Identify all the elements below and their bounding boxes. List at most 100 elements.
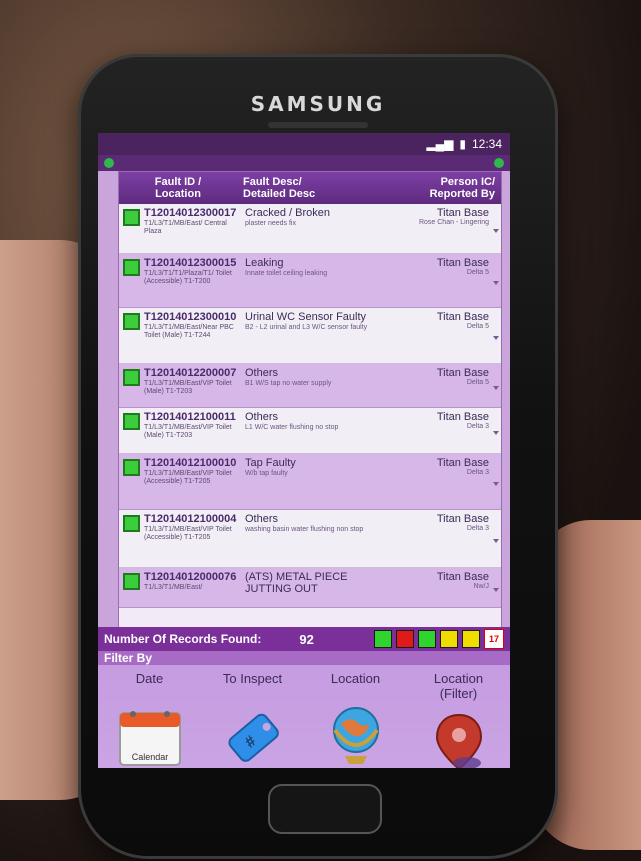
fault-id-text: T12014012100011 T1/L3/T1/MB/East/VIP Toil… (144, 411, 237, 440)
fault-detail: washing basin water flushing non stop (245, 526, 364, 533)
fault-desc: Others (245, 513, 279, 525)
fault-id-text: T12014012100010 T1/L3/T1/MB/East/VIP Toil… (144, 457, 237, 486)
expand-caret-icon[interactable] (493, 385, 499, 390)
filter-location-label: Location (330, 671, 381, 686)
status-checkbox-icon[interactable] (123, 369, 140, 386)
header-person[interactable]: Person IC/ Reported By (383, 172, 501, 204)
legend-yellow-icon[interactable] (440, 630, 458, 648)
home-button[interactable] (268, 784, 382, 834)
filter-date[interactable]: Date Calendar (100, 671, 200, 768)
status-checkbox-icon[interactable] (123, 313, 140, 330)
person-cell: Titan Base Delta 5 (387, 308, 501, 363)
fault-id-text: T12014012300015 T1/L3/T1/T1/Plaza/T1/ Toi… (144, 257, 237, 286)
status-time: 12:34 (471, 137, 502, 151)
expand-caret-icon[interactable] (493, 538, 499, 543)
battery-icon: ▮ (459, 137, 466, 151)
phone-screen: ▂▄▆ ▮ 12:34 Fault ID / Location Fault De… (98, 133, 510, 768)
expand-caret-icon[interactable] (493, 481, 499, 486)
filter-location[interactable]: Location (306, 671, 406, 768)
records-count: 92 (299, 631, 314, 647)
fault-id-cell: T12014012300015 T1/L3/T1/T1/Plaza/T1/ Toi… (119, 254, 241, 307)
person-cell: Titan Base Rose Chan - Lingering (387, 204, 501, 253)
legend-green-icon[interactable] (374, 630, 392, 648)
person-cell: Titan Base Delta 3 (387, 408, 501, 453)
status-checkbox-icon[interactable] (123, 459, 140, 476)
fault-id-cell: T12014012100011 T1/L3/T1/MB/East/VIP Toil… (119, 408, 241, 453)
fault-location: T1/L3/T1/MB/East/ (144, 584, 203, 591)
table-row[interactable]: T12014012300015 T1/L3/T1/T1/Plaza/T1/ Toi… (119, 254, 501, 308)
fault-id: T12014012300017 (144, 207, 237, 219)
fault-id-cell: T12014012100004 T1/L3/T1/MB/East/VIP Toil… (119, 510, 241, 567)
expand-caret-icon[interactable] (493, 587, 499, 592)
photo-scene: SAMSUNG ▂▄▆ ▮ 12:34 Fault ID / Location … (0, 0, 641, 861)
fault-detail: plaster needs fix (245, 220, 296, 227)
expand-caret-icon[interactable] (493, 430, 499, 435)
fault-id: T12014012300015 (144, 257, 237, 269)
calendar-mini-icon[interactable]: 17 (484, 629, 504, 649)
status-legend: 17 (374, 629, 504, 649)
table-row[interactable]: T12014012100011 T1/L3/T1/MB/East/VIP Toil… (119, 408, 501, 454)
fault-id: T12014012100004 (144, 513, 237, 525)
status-checkbox-icon[interactable] (123, 573, 140, 590)
reported-by: Delta 5 (466, 269, 489, 276)
records-bar: Number Of Records Found: 92 17 (98, 627, 510, 651)
filter-title: Filter By (98, 651, 510, 665)
status-checkbox-icon[interactable] (123, 413, 140, 430)
filter-location-filter-label: Location (Filter) (434, 671, 483, 701)
table-row[interactable]: T12014012300010 T1/L3/T1/MB/East/Near PBC… (119, 308, 501, 364)
status-bar: ▂▄▆ ▮ 12:34 (98, 133, 510, 155)
status-checkbox-icon[interactable] (123, 209, 140, 226)
fault-id-text: T12014012100004 T1/L3/T1/MB/East/VIP Toil… (144, 513, 237, 542)
expand-caret-icon[interactable] (493, 280, 499, 285)
header-fault-desc[interactable]: Fault Desc/ Detailed Desc (237, 172, 383, 204)
filter-location-filter-line2: (Filter) (439, 686, 478, 701)
expand-caret-icon[interactable] (493, 228, 499, 233)
fault-id-cell: T12014012200007 T1/L3/T1/MB/East/VIP Toil… (119, 364, 241, 407)
person-ic: Titan Base (436, 257, 489, 269)
reported-by: Delta 3 (466, 525, 489, 532)
table-header: Fault ID / Location Fault Desc/ Detailed… (119, 172, 501, 204)
person-cell: Titan Base Nw/J (387, 568, 501, 607)
table-row[interactable]: T12014012200007 T1/L3/T1/MB/East/VIP Toil… (119, 364, 501, 408)
legend-yellow2-icon[interactable] (462, 630, 480, 648)
person-cell: Titan Base Delta 3 (387, 510, 501, 567)
expand-caret-icon[interactable] (493, 335, 499, 340)
filter-location-filter-line1: Location (433, 671, 484, 686)
table-row[interactable]: T12014012300017 T1/L3/T1/MB/East/ Central… (119, 204, 501, 254)
legend-green2-icon[interactable] (418, 630, 436, 648)
legend-red-icon[interactable] (396, 630, 414, 648)
fault-desc: Cracked / Broken (245, 207, 330, 219)
fault-location: T1/L3/T1/MB/East/VIP Toilet (Male) T1-T2… (144, 380, 232, 395)
header-fault-id[interactable]: Fault ID / Location (119, 172, 237, 204)
fault-desc-cell: Cracked / Broken plaster needs fix (241, 204, 387, 253)
fault-detail: W/b tap faulty (245, 470, 288, 477)
person-ic: Titan Base (436, 367, 489, 379)
person-ic: Titan Base (436, 457, 489, 469)
reported-by: Nw/J (473, 583, 489, 590)
fault-desc: Others (245, 367, 279, 379)
fault-location: T1/L3/T1/MB/East/VIP Toilet (Accessible)… (144, 470, 232, 485)
records-label: Number Of Records Found: (104, 632, 262, 646)
fault-detail: B1 W/S tap no water supply (245, 380, 332, 387)
table-row[interactable]: T12014012100004 T1/L3/T1/MB/East/VIP Toil… (119, 510, 501, 568)
status-checkbox-icon[interactable] (123, 259, 140, 276)
person-ic: Titan Base (436, 513, 489, 525)
filter-options: Date Calendar To Inspect # Location Loca… (98, 665, 510, 768)
fault-desc-cell: Others B1 W/S tap no water supply (241, 364, 387, 407)
table-row[interactable]: T12014012000076 T1/L3/T1/MB/East/ (ATS) ME… (119, 568, 501, 608)
person-ic: Titan Base (436, 311, 489, 323)
fault-location: T1/L3/T1/MB/East/VIP Toilet (Male) T1-T2… (144, 424, 232, 439)
table-row[interactable]: T12014012100010 T1/L3/T1/MB/East/VIP Toil… (119, 454, 501, 510)
fault-desc-cell: Urinal WC Sensor Faulty B2 - L2 urinal an… (241, 308, 387, 363)
filter-location-filter[interactable]: Location (Filter) (409, 671, 509, 768)
fault-detail: B2 - L2 urinal and L3 W/C sensor faulty (245, 324, 368, 331)
fault-detail: Innate toilet ceiling leaking (245, 270, 328, 277)
fault-id: T12014012300010 (144, 311, 237, 323)
status-checkbox-icon[interactable] (123, 515, 140, 532)
fault-id-cell: T12014012300017 T1/L3/T1/MB/East/ Central… (119, 204, 241, 253)
map-pin-icon (429, 711, 489, 768)
fault-desc-cell: Tap Faulty W/b tap faulty (241, 454, 387, 509)
filter-to-inspect[interactable]: To Inspect # (203, 671, 303, 768)
calendar-icon-text: Calendar (131, 752, 168, 762)
fault-desc-cell: (ATS) METAL PIECE JUTTING OUT (241, 568, 387, 607)
